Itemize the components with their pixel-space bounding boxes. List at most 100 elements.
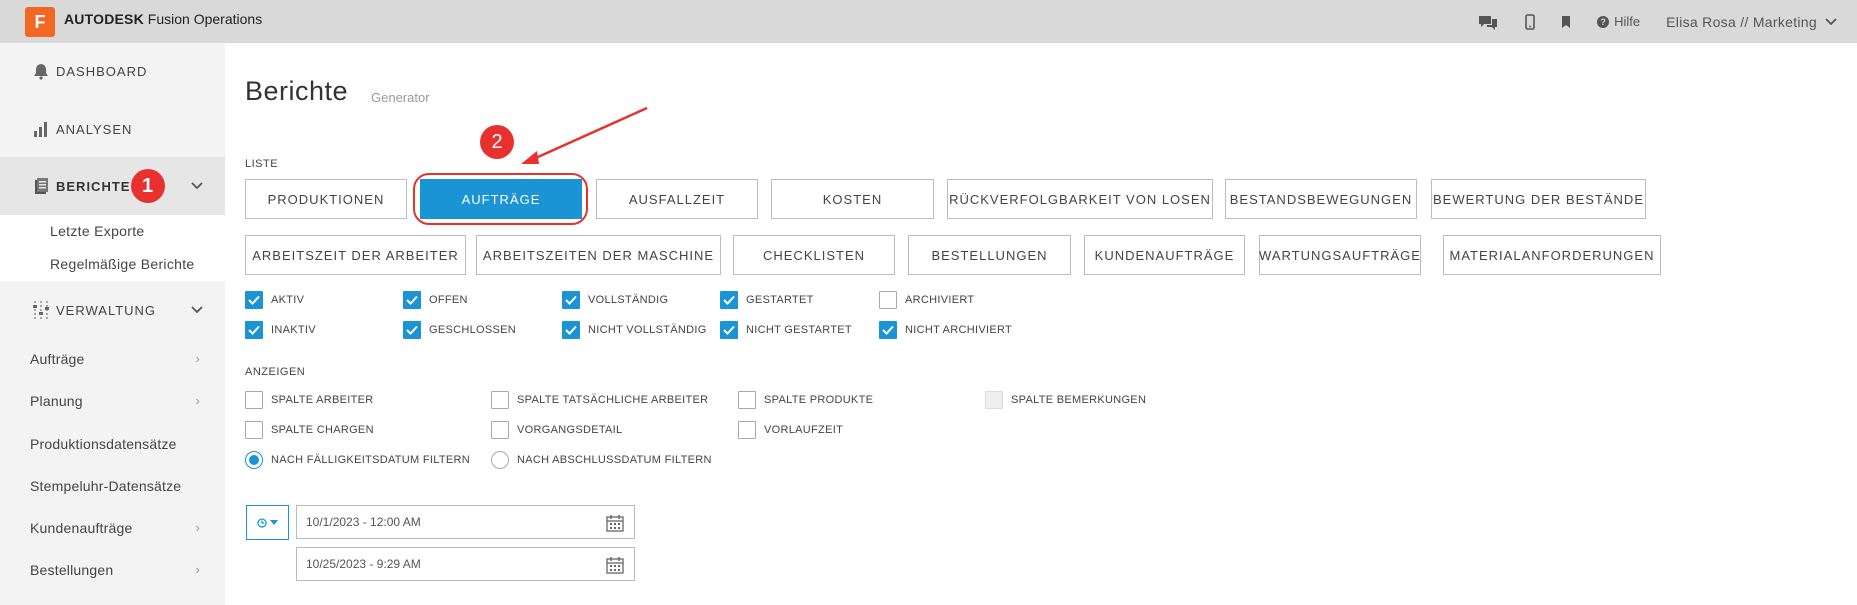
sidebar-item-auftraege[interactable]: Aufträge › bbox=[30, 351, 200, 367]
option-label: SPALTE CHARGEN bbox=[271, 424, 374, 436]
check-icon bbox=[720, 291, 738, 309]
sidebar-label: Planung bbox=[30, 393, 83, 409]
radio-faelligkeitsdatum[interactable]: NACH FÄLLIGKEITSDATUM FILTERN bbox=[245, 451, 470, 469]
filter-geschlossen[interactable]: GESCHLOSSEN bbox=[403, 321, 516, 339]
filter-label: GESCHLOSSEN bbox=[429, 324, 517, 336]
sidebar-label: Produktionsdatensätze bbox=[30, 436, 177, 452]
filter-inaktiv[interactable]: INAKTIV bbox=[245, 321, 316, 339]
chevron-right-icon: › bbox=[195, 393, 200, 408]
tab-bewertung-bestaende[interactable]: BEWERTUNG DER BESTÄNDE bbox=[1431, 179, 1646, 219]
option-spalte-produkte[interactable]: SPALTE PRODUKTE bbox=[738, 391, 873, 409]
logo-letter: F bbox=[34, 11, 46, 32]
tab-kosten[interactable]: KOSTEN bbox=[771, 179, 934, 219]
bell-icon bbox=[30, 60, 52, 82]
sidebar-item-bestellungen[interactable]: Bestellungen › bbox=[30, 562, 200, 578]
check-icon bbox=[245, 321, 263, 339]
tab-arbeitszeit-arbeiter[interactable]: ARBEITSZEIT DER ARBEITER bbox=[245, 235, 466, 275]
calendar-icon[interactable] bbox=[606, 514, 624, 532]
page-subtitle: Generator bbox=[371, 90, 430, 105]
sidebar-item-produktionsdatensaetze[interactable]: Produktionsdatensätze bbox=[30, 436, 200, 452]
tab-rueckverfolgbarkeit[interactable]: RÜCKVERFOLGBARKEIT VON LOSEN bbox=[947, 179, 1213, 219]
sidebar-label: Aufträge bbox=[30, 351, 85, 367]
top-bar: F AUTODESK Fusion Operations ? Hilfe Elis… bbox=[0, 0, 1857, 43]
tab-materialanforderungen[interactable]: MATERIALANFORDERUNGEN bbox=[1443, 235, 1661, 275]
chat-icon[interactable] bbox=[1477, 13, 1499, 31]
sidebar-item-stempeluhr[interactable]: Stempeluhr-Datensätze bbox=[30, 478, 200, 494]
sidebar-item-dashboard[interactable]: DASHBOARD bbox=[0, 42, 225, 100]
sidebar-item-planung[interactable]: Planung › bbox=[30, 393, 200, 409]
checkbox-empty bbox=[879, 291, 897, 309]
check-icon bbox=[245, 291, 263, 309]
liste-label: LISTE bbox=[245, 158, 279, 170]
calendar-icon[interactable] bbox=[606, 556, 624, 574]
option-spalte-arbeiter[interactable]: SPALTE ARBEITER bbox=[245, 391, 374, 409]
sidebar-item-analysen[interactable]: ANALYSEN bbox=[0, 100, 225, 158]
checkbox-empty bbox=[245, 391, 263, 409]
start-date-value: 10/1/2023 - 12:00 AM bbox=[306, 515, 421, 529]
tab-kundenauftraege[interactable]: KUNDENAUFTRÄGE bbox=[1084, 235, 1245, 275]
radio-abschlussdatum[interactable]: NACH ABSCHLUSSDATUM FILTERN bbox=[491, 451, 712, 469]
check-icon bbox=[403, 321, 421, 339]
mobile-icon[interactable] bbox=[1525, 13, 1535, 30]
option-vorlaufzeit[interactable]: VORLAUFZEIT bbox=[738, 421, 843, 439]
chevron-right-icon: › bbox=[195, 562, 200, 577]
filter-label: OFFEN bbox=[429, 294, 468, 306]
user-menu[interactable]: Elisa Rosa // Marketing bbox=[1666, 14, 1837, 30]
filter-label: GESTARTET bbox=[746, 294, 814, 306]
user-label: Elisa Rosa // Marketing bbox=[1666, 13, 1817, 30]
option-spalte-bemerkungen[interactable]: SPALTE BEMERKUNGEN bbox=[985, 391, 1146, 409]
filter-aktiv[interactable]: AKTIV bbox=[245, 291, 304, 309]
option-label: SPALTE TATSÄCHLICHE ARBEITER bbox=[517, 394, 709, 406]
sidebar-sub-regelmaessige-berichte[interactable]: Regelmäßige Berichte bbox=[50, 256, 195, 272]
filter-nicht-gestartet[interactable]: NICHT GESTARTET bbox=[720, 321, 852, 339]
bookmark-icon[interactable] bbox=[1561, 15, 1571, 29]
date-range-preset-button[interactable] bbox=[246, 505, 289, 540]
start-date-input[interactable]: 10/1/2023 - 12:00 AM bbox=[296, 505, 635, 539]
radio-label: NACH ABSCHLUSSDATUM FILTERN bbox=[517, 454, 712, 466]
radio-empty bbox=[491, 451, 509, 469]
help-label: Hilfe bbox=[1614, 14, 1641, 29]
tab-arbeitszeiten-maschine[interactable]: ARBEITSZEITEN DER MASCHINE bbox=[476, 235, 721, 275]
annotation-arrow bbox=[521, 106, 648, 164]
sidebar-item-berichte[interactable]: BERICHTE 1 bbox=[0, 157, 225, 215]
checkbox-empty bbox=[245, 421, 263, 439]
tab-produktionen[interactable]: PRODUKTIONEN bbox=[245, 179, 407, 219]
sidebar-item-verwaltung[interactable]: VERWALTUNG bbox=[0, 281, 225, 339]
option-spalte-tatsaechliche-arbeiter[interactable]: SPALTE TATSÄCHLICHE ARBEITER bbox=[491, 391, 708, 409]
tab-ausfallzeit[interactable]: AUSFALLZEIT bbox=[596, 179, 758, 219]
radio-label: NACH FÄLLIGKEITSDATUM FILTERN bbox=[271, 454, 470, 466]
option-vorgangsdetail[interactable]: VORGANGSDETAIL bbox=[491, 421, 622, 439]
sidebar-label-analysen: ANALYSEN bbox=[56, 121, 133, 137]
filter-offen[interactable]: OFFEN bbox=[403, 291, 468, 309]
sidebar-item-kundenauftraege[interactable]: Kundenaufträge › bbox=[30, 520, 200, 536]
tab-checklisten[interactable]: CHECKLISTEN bbox=[733, 235, 895, 275]
filter-label: AKTIV bbox=[271, 294, 305, 306]
help-icon: ? bbox=[1597, 15, 1610, 28]
annotation-badge-2-text: 2 bbox=[491, 130, 503, 153]
checkbox-empty bbox=[491, 391, 509, 409]
option-spalte-chargen[interactable]: SPALTE CHARGEN bbox=[245, 421, 374, 439]
filter-vollstaendig[interactable]: VOLLSTÄNDIG bbox=[562, 291, 668, 309]
tab-bestellungen[interactable]: BESTELLUNGEN bbox=[908, 235, 1071, 275]
filter-nicht-archiviert[interactable]: NICHT ARCHIVIERT bbox=[879, 321, 1012, 339]
filter-label: VOLLSTÄNDIG bbox=[588, 294, 669, 306]
end-date-input[interactable]: 10/25/2023 - 9:29 AM bbox=[296, 547, 635, 581]
radio-selected bbox=[245, 451, 263, 469]
brand-rest: Fusion Operations bbox=[147, 11, 263, 27]
fusion-logo[interactable]: F bbox=[25, 7, 55, 37]
tab-bestandsbewegungen[interactable]: BESTANDSBEWEGUNGEN bbox=[1225, 179, 1417, 219]
checkbox-disabled bbox=[985, 391, 1003, 409]
sidebar-label-dashboard: DASHBOARD bbox=[56, 63, 148, 79]
filter-archiviert[interactable]: ARCHIVIERT bbox=[879, 291, 974, 309]
tab-auftraege[interactable]: AUFTRÄGE bbox=[420, 179, 582, 219]
tab-wartungsauftraege[interactable]: WARTUNGSAUFTRÄGE bbox=[1259, 235, 1421, 275]
filter-gestartet[interactable]: GESTARTET bbox=[720, 291, 814, 309]
filter-nicht-vollstaendig[interactable]: NICHT VOLLSTÄNDIG bbox=[562, 321, 707, 339]
sidebar-label: Bestellungen bbox=[30, 562, 114, 578]
chevron-down-icon bbox=[1825, 17, 1837, 25]
check-icon bbox=[403, 291, 421, 309]
clock-icon bbox=[257, 517, 267, 528]
sidebar-sub-letzte-exporte[interactable]: Letzte Exporte bbox=[50, 223, 144, 239]
help-link[interactable]: ? Hilfe bbox=[1597, 14, 1640, 29]
anzeigen-label: ANZEIGEN bbox=[245, 366, 306, 378]
